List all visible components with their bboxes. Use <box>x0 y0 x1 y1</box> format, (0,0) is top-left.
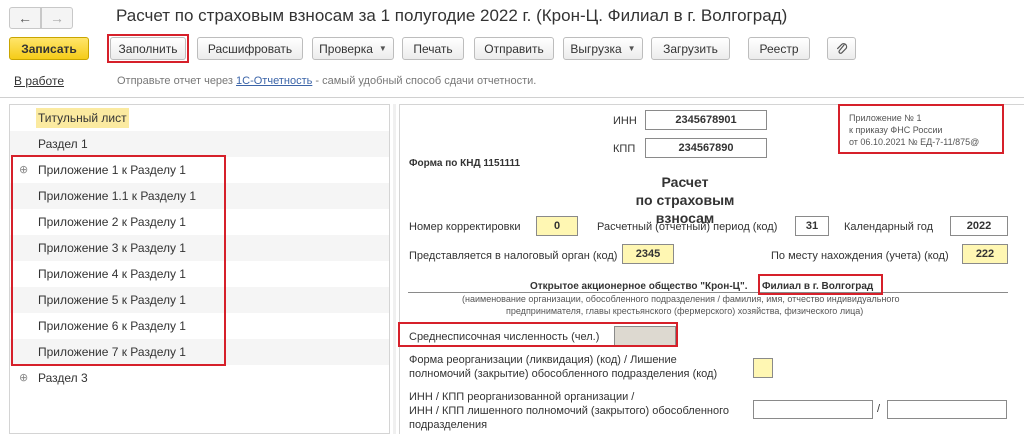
section-tree: Титульный лист Раздел 1 ⊕ Приложение 1 к … <box>9 104 390 434</box>
tree-item-appendix-2[interactable]: Приложение 2 к Разделу 1 <box>10 209 389 235</box>
org-caption-line-1: (наименование организации, обособленного… <box>462 294 900 304</box>
appendix-line-2: к приказу ФНС России <box>849 125 943 135</box>
tree-item-label: Приложение 2 к Разделу 1 <box>38 215 186 229</box>
arrow-right-icon: → <box>50 10 64 26</box>
tree-item-label: Приложение 5 к Разделу 1 <box>38 293 186 307</box>
inn-field[interactable]: 2345678901 <box>645 110 767 130</box>
load-button[interactable]: Загрузить <box>651 37 730 60</box>
panel-splitter[interactable] <box>393 104 396 434</box>
tree-item-section-1[interactable]: Раздел 1 <box>10 131 389 157</box>
knd-code: Форма по КНД 1151111 <box>409 158 521 169</box>
tree-item-label: Приложение 1.1 к Разделу 1 <box>38 189 196 203</box>
send-button[interactable]: Отправить <box>474 37 554 60</box>
tree-item-appendix-7[interactable]: Приложение 7 к Разделу 1 <box>10 339 389 365</box>
save-button[interactable]: Записать <box>9 37 89 60</box>
reorg-inn-field[interactable] <box>753 400 873 419</box>
export-label: Выгрузка <box>570 41 622 56</box>
kpp-label: КПП <box>613 143 636 155</box>
appendix-line-3: от 06.10.2021 № ЕД-7-11/875@ <box>849 137 980 147</box>
reorg-kpp-field[interactable] <box>887 400 1007 419</box>
organization-underline <box>408 292 1008 293</box>
reorg-inn-label-line-1: ИНН / КПП реорганизованной организации / <box>409 391 635 403</box>
headcount-label: Среднесписочная численность (чел.) <box>409 331 600 343</box>
inn-label: ИНН <box>613 115 637 127</box>
tree-item-label: Приложение 7 к Разделу 1 <box>38 345 186 359</box>
tree-item-label: Титульный лист <box>36 108 129 128</box>
tree-item-appendix-5[interactable]: Приложение 5 к Разделу 1 <box>10 287 389 313</box>
tax-authority-field[interactable]: 2345 <box>622 244 674 264</box>
tree-item-label: Приложение 6 к Разделу 1 <box>38 319 186 333</box>
tree-item-label: Раздел 3 <box>38 371 88 385</box>
info-prefix: Отправьте отчет через <box>117 75 237 87</box>
window-title: Расчет по страховым взносам за 1 полугод… <box>116 6 788 25</box>
org-caption-line-2: предпринимателя, главы крестьянского (фе… <box>506 306 864 316</box>
paperclip-icon <box>836 42 847 54</box>
tree-item-appendix-3[interactable]: Приложение 3 к Разделу 1 <box>10 235 389 261</box>
report-form: ИНН 2345678901 КПП 234567890 Приложение … <box>399 104 1024 434</box>
tree-item-appendix-6[interactable]: Приложение 6 к Разделу 1 <box>10 313 389 339</box>
headcount-field[interactable] <box>614 326 676 346</box>
form-title-line-1: Расчет <box>661 174 709 190</box>
reorg-code-field[interactable] <box>753 358 773 378</box>
branch-name[interactable]: Филиал в г. Волгоград <box>762 281 873 292</box>
caret-down-icon: ▼ <box>627 44 636 53</box>
arrow-left-icon: ← <box>18 10 32 26</box>
tree-item-appendix-1-1[interactable]: Приложение 1.1 к Разделу 1 <box>10 183 389 209</box>
reorg-inn-label-line-3: подразделения <box>409 419 488 431</box>
location-label: По месту нахождения (учета) (код) <box>771 250 949 262</box>
year-label: Календарный год <box>844 221 934 233</box>
tree-item-label: Раздел 1 <box>38 137 88 151</box>
location-field[interactable]: 222 <box>962 244 1008 264</box>
reorg-label-line-2: полномочий (закрытие) обособленного подр… <box>409 368 718 380</box>
form-title: Расчет по страховым взносам <box>605 173 765 227</box>
year-field[interactable]: 2022 <box>950 216 1008 236</box>
toolbar-divider <box>0 97 1024 98</box>
correction-field[interactable]: 0 <box>536 216 578 236</box>
print-button[interactable]: Печать <box>402 37 464 60</box>
info-link[interactable]: 1С-Отчетность <box>236 75 312 87</box>
tree-item-label: Приложение 3 к Разделу 1 <box>38 241 186 255</box>
tree-item-label: Приложение 1 к Разделу 1 <box>38 163 186 177</box>
tree-item-title-page[interactable]: Титульный лист <box>10 105 389 131</box>
fill-button[interactable]: Заполнить <box>110 37 186 60</box>
expand-plus-icon[interactable]: ⊕ <box>19 163 28 176</box>
period-label: Расчетный (отчетный) период (код) <box>597 221 778 233</box>
appendix-line-1: Приложение № 1 <box>849 113 922 123</box>
kpp-field[interactable]: 234567890 <box>645 138 767 158</box>
reorg-label-line-1: Форма реорганизации (ликвидация) (код) /… <box>409 354 677 366</box>
tree-item-section-3[interactable]: ⊕ Раздел 3 <box>10 365 389 391</box>
period-field[interactable]: 31 <box>795 216 829 236</box>
correction-label: Номер корректировки <box>409 221 521 233</box>
reorg-inn-label-line-2: ИНН / КПП лишенного полномочий (закрытог… <box>409 405 729 417</box>
caret-down-icon: ▼ <box>378 44 387 53</box>
decode-button[interactable]: Расшифровать <box>197 37 303 60</box>
tree-item-appendix-1[interactable]: ⊕ Приложение 1 к Разделу 1 <box>10 157 389 183</box>
tax-authority-label: Представляется в налоговый орган (код) <box>409 250 618 262</box>
forward-button[interactable]: → <box>41 7 73 29</box>
tree-item-label: Приложение 4 к Разделу 1 <box>38 267 186 281</box>
tree-item-appendix-4[interactable]: Приложение 4 к Разделу 1 <box>10 261 389 287</box>
check-label: Проверка <box>319 41 373 56</box>
check-button[interactable]: Проверка ▼ <box>312 37 394 60</box>
info-suffix: - самый удобный способ сдачи отчетности. <box>312 75 537 87</box>
attach-button[interactable] <box>827 37 856 60</box>
inn-kpp-separator: / <box>877 403 881 415</box>
registry-button[interactable]: Реестр <box>748 37 810 60</box>
status-link[interactable]: В работе <box>14 74 64 88</box>
back-button[interactable]: ← <box>9 7 41 29</box>
expand-plus-icon[interactable]: ⊕ <box>19 371 28 384</box>
organization-name: Открытое акционерное общество "Крон-Ц". <box>530 281 748 292</box>
export-button[interactable]: Выгрузка ▼ <box>563 37 643 60</box>
info-message: Отправьте отчет через 1С-Отчетность - са… <box>117 75 536 87</box>
